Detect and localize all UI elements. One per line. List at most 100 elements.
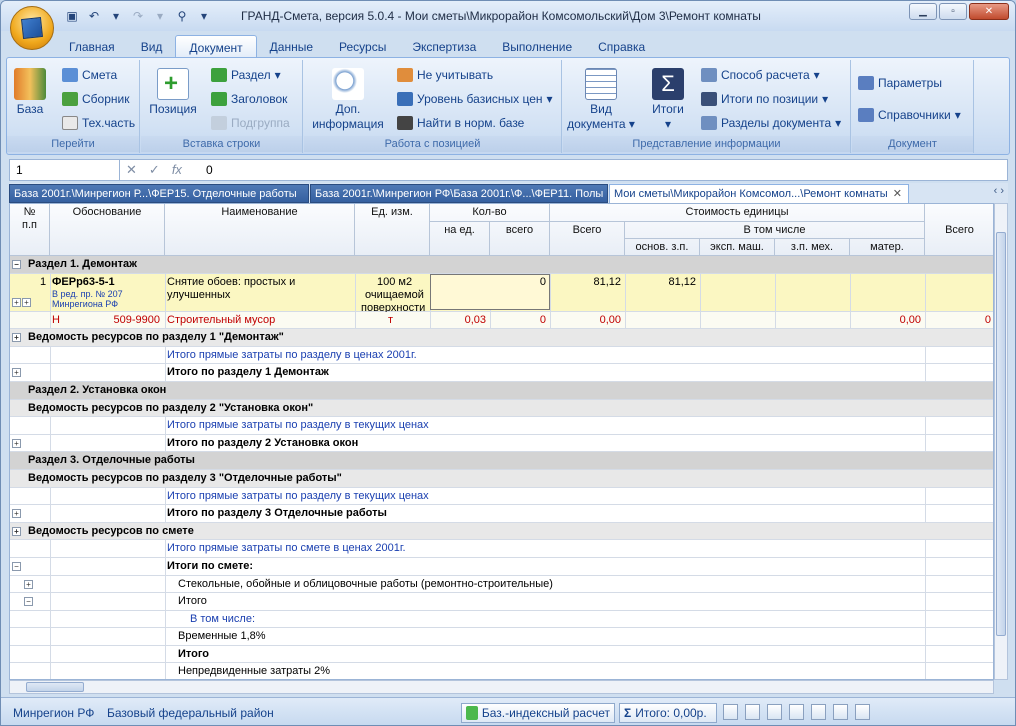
position-row[interactable]: 1 + + ФЕРр63-5-1 В ред. пр. № 207 Минрег… (10, 273, 993, 314)
close-tab-icon[interactable]: ✕ (893, 187, 902, 200)
expand-icon[interactable]: + (12, 509, 21, 519)
vertical-scrollbar[interactable] (994, 203, 1008, 680)
status-district[interactable]: Базовый федеральный район (107, 706, 274, 720)
total-row[interactable]: Итого (10, 645, 993, 664)
expand-icon[interactable]: + (24, 579, 33, 589)
calc-method-status[interactable]: Баз.-индексный расчет (461, 703, 615, 723)
cell-name-field[interactable]: 1 (10, 160, 120, 180)
close-button[interactable]: ✕ (969, 3, 1009, 20)
tab-home[interactable]: Главная (56, 35, 128, 57)
application-menu-button[interactable] (10, 6, 54, 50)
section-total-row[interactable]: + Итого по разделу 1 Демонтаж (10, 364, 993, 382)
export-icon[interactable] (811, 704, 826, 720)
heading-button[interactable]: Заголовок (211, 92, 287, 106)
references-button[interactable]: Справочники ▾ (858, 108, 961, 122)
tab-resources[interactable]: Ресурсы (326, 35, 399, 57)
collapse-icon[interactable]: − (12, 260, 21, 269)
qty-input-cell[interactable] (430, 273, 550, 310)
tab-document[interactable]: Документ (175, 35, 257, 57)
cancel-icon[interactable]: ✕ (126, 162, 137, 178)
tech-part-button[interactable]: Тех.часть (62, 116, 135, 130)
contingency-row[interactable]: Непредвиденные затраты 2% (10, 663, 993, 679)
estimate-resource-sheet-row[interactable]: + Ведомость ресурсов по смете (10, 522, 993, 541)
edit-icon[interactable] (855, 704, 870, 720)
formula-input[interactable]: 0 (206, 163, 213, 177)
section-row[interactable]: − Раздел 1. Демонтаж (10, 256, 993, 274)
price-level-icon (397, 92, 413, 106)
horizontal-scroll-thumb[interactable] (26, 682, 84, 692)
direct-costs-row[interactable]: Итого прямые затраты по разделу в текущи… (10, 417, 993, 435)
collection-button[interactable]: Сборник (62, 92, 129, 106)
direct-costs-row[interactable]: Итого прямые затраты по разделу в текущи… (10, 487, 993, 506)
expand-icon[interactable]: + (12, 526, 21, 536)
tab-execution[interactable]: Выполнение (489, 35, 585, 57)
base-button[interactable]: База (13, 68, 47, 117)
collapse-icon[interactable]: − (12, 561, 21, 571)
resource-row[interactable]: Н 509-9900 Строительный мусор т 0,03 0 0… (10, 311, 993, 330)
tab-view[interactable]: Вид (128, 35, 176, 57)
base-label: База (16, 102, 44, 116)
print-icon[interactable] (833, 704, 848, 720)
direct-costs-row[interactable]: Итого прямые затраты по разделу в ценах … (10, 346, 993, 365)
estimate-button[interactable]: Смета (62, 68, 117, 82)
exclude-button[interactable]: Не учитывать (397, 68, 493, 82)
section-row[interactable]: Раздел 3. Отделочные работы (10, 452, 993, 470)
binoculars-icon[interactable]: ⚲ (173, 8, 191, 24)
function-icon[interactable]: fx (172, 162, 182, 178)
redo-icon[interactable]: ↷ (129, 8, 147, 24)
vertical-scroll-thumb[interactable] (996, 232, 1006, 636)
minimize-button[interactable]: ▁ (909, 3, 937, 20)
grid-icon[interactable] (745, 704, 760, 720)
collapse-icon[interactable]: − (24, 597, 33, 607)
position-totals-button[interactable]: Итоги по позиции ▾ (701, 92, 828, 106)
maximize-button[interactable]: ▫ (939, 3, 967, 20)
redo-dropdown-icon[interactable]: ▾ (151, 8, 169, 24)
section-total-row[interactable]: + Итого по разделу 3 Отделочные работы (10, 505, 993, 523)
calc-method-button[interactable]: Способ расчета ▾ (701, 68, 820, 82)
document-sections-button[interactable]: Разделы документа ▾ (701, 116, 841, 130)
work-type-row[interactable]: + Стекольные, обойные и облицовочные рабо… (10, 575, 993, 594)
including-row[interactable]: В том числе: (10, 610, 993, 629)
confirm-icon[interactable]: ✓ (149, 162, 160, 178)
section-total-row[interactable]: + Итого по разделу 2 Установка окон (10, 434, 993, 453)
expand-icon[interactable]: + (12, 368, 21, 378)
save-icon[interactable]: ▣ (63, 8, 81, 24)
temporary-row[interactable]: Временные 1,8% (10, 628, 993, 646)
doc-icon[interactable] (723, 704, 738, 720)
expand-icon[interactable]: + (12, 297, 21, 307)
doc-tab-fer11[interactable]: База 2001г.\Минрегион РФ\База 2001г.\Ф..… (310, 184, 608, 203)
doc-tab-current[interactable]: Мои сметы\Микрорайон Комсомол...\Ремонт … (609, 184, 909, 203)
subgroup-button[interactable]: Подгруппа (211, 116, 290, 130)
image-icon[interactable] (789, 704, 804, 720)
section-row[interactable]: Раздел 2. Установка окон (10, 381, 993, 400)
totals-status[interactable]: Σ Итого: 0,00р. (619, 703, 717, 723)
document-view-button[interactable]: Вид документа ▾ (567, 68, 635, 132)
expand-icon[interactable]: + (22, 297, 31, 307)
resource-sheet-row[interactable]: Ведомость ресурсов по разделу 2 "Установ… (10, 399, 993, 418)
pen-icon[interactable] (767, 704, 782, 720)
tab-data[interactable]: Данные (257, 35, 326, 57)
parameters-button[interactable]: Параметры (858, 76, 942, 90)
find-in-base-button[interactable]: Найти в норм. базе (397, 116, 524, 130)
undo-dropdown-icon[interactable]: ▾ (107, 8, 125, 24)
subtotal-row[interactable]: − Итого (10, 593, 993, 611)
doc-tab-fer15[interactable]: База 2001г.\Минрегион Р...\ФЕР15. Отдело… (9, 184, 309, 203)
qat-customize-icon[interactable]: ▾ (195, 8, 213, 24)
base-price-level-button[interactable]: Уровень базисных цен ▾ (397, 92, 553, 106)
position-button[interactable]: + Позиция (147, 68, 199, 117)
undo-icon[interactable]: ↶ (85, 8, 103, 24)
collection-label: Сборник (82, 92, 130, 106)
tab-expertise[interactable]: Экспертиза (399, 35, 489, 57)
tab-help[interactable]: Справка (585, 35, 658, 57)
totals-button[interactable]: Σ Итоги ▾ (643, 68, 693, 132)
additional-info-button[interactable]: Доп. информация (308, 68, 388, 132)
tab-scroll-arrows[interactable]: ‹ › (994, 185, 1004, 197)
resource-sheet-row[interactable]: Ведомость ресурсов по разделу 3 "Отделоч… (10, 469, 993, 488)
expand-icon[interactable]: + (12, 333, 21, 343)
estimate-direct-costs-row[interactable]: Итого прямые затраты по смете в ценах 20… (10, 540, 993, 558)
horizontal-scrollbar[interactable] (9, 680, 994, 694)
section-button[interactable]: Раздел ▾ (211, 68, 281, 82)
expand-icon[interactable]: + (12, 438, 21, 448)
estimate-totals-row[interactable]: − Итоги по смете: (10, 557, 993, 576)
resource-sheet-row[interactable]: + Ведомость ресурсов по разделу 1 "Демонт… (10, 329, 993, 347)
